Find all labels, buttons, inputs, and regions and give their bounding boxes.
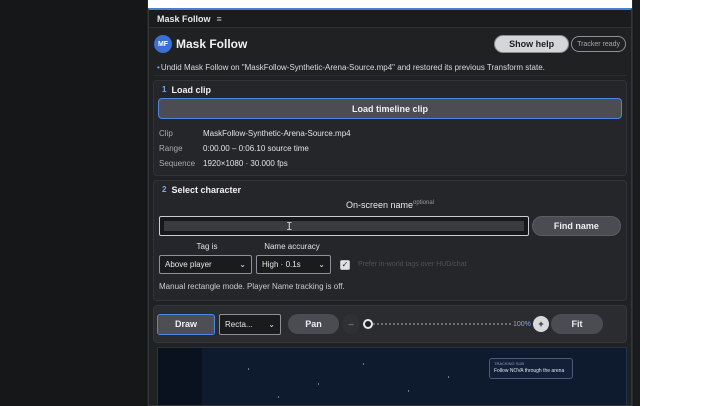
info-dot-icon: • — [157, 63, 160, 72]
load-clip-heading: 1 Load clip — [154, 81, 626, 98]
name-input-fill — [164, 221, 524, 231]
zoom-slider-thumb[interactable] — [363, 319, 373, 329]
meta-value: 0:00.00 – 0:06.10 source time — [203, 144, 309, 153]
tracker-status-badge: Tracker ready — [571, 36, 626, 52]
zoom-slider[interactable] — [361, 314, 511, 334]
host-app-right-edge — [632, 0, 640, 406]
status-notice-text: Undid Mask Follow on "MaskFollow-Synthet… — [160, 63, 545, 72]
meta-key: Sequence — [159, 159, 196, 168]
preview-light — [408, 390, 409, 392]
zoom-in-button[interactable]: + — [533, 316, 549, 332]
name-accuracy-label: Name accuracy — [264, 242, 320, 251]
meta-value: MaskFollow-Synthetic-Arena-Source.mp4 — [203, 129, 351, 138]
find-name-button[interactable]: Find name — [531, 216, 621, 236]
status-notice: • Undid Mask Follow on "MaskFollow-Synth… — [153, 60, 627, 76]
meta-row-range: Range 0:00.00 – 0:06.10 source time — [159, 141, 626, 156]
preview-overlay-label: TRACKING SUB Follow NOVA through the are… — [489, 358, 573, 379]
meta-key: Clip — [159, 129, 173, 138]
shape-select-value: Recta... — [225, 319, 253, 329]
chevron-down-icon: ⌄ — [239, 260, 246, 269]
section-title: Select character — [171, 184, 241, 195]
mask-follow-panel: Mask Follow ≡ MF Mask Follow Show help T… — [148, 8, 632, 406]
preview-light — [363, 363, 364, 365]
step-number: 1 — [162, 85, 167, 94]
mode-note: Manual rectangle mode. Player Name track… — [159, 282, 345, 291]
pan-button[interactable]: Pan — [288, 314, 339, 334]
panel-tab-title: Mask Follow — [157, 13, 211, 24]
prefer-in-world-label: Prefer in-world tags over HUD/chat — [358, 261, 467, 268]
text-cursor-icon: I — [286, 220, 293, 233]
tag-select-value: Above player — [165, 260, 212, 269]
tag-is-label: Tag is — [196, 242, 218, 251]
chevron-down-icon: ⌄ — [318, 260, 325, 269]
panel-header: MF Mask Follow Show help Tracker ready — [149, 28, 631, 60]
meta-row-clip: Clip MaskFollow-Synthetic-Arena-Source.m… — [159, 126, 626, 141]
host-app-left-area — [0, 0, 148, 406]
section-title: Load clip — [171, 84, 211, 95]
tag-select[interactable]: Above player ⌄ — [159, 255, 252, 274]
preview-light — [318, 383, 319, 385]
on-screen-name-label: On-screen nameoptional — [154, 200, 626, 214]
chevron-down-icon: ⌄ — [268, 319, 275, 329]
panel-tab[interactable]: Mask Follow ≡ — [149, 10, 631, 28]
name-row: I Find name — [154, 216, 626, 236]
clip-metadata: Clip MaskFollow-Synthetic-Arena-Source.m… — [154, 119, 626, 175]
optional-hint: optional — [413, 200, 435, 206]
show-help-button[interactable]: Show help — [494, 35, 570, 53]
hamburger-menu-icon[interactable]: ≡ — [217, 14, 222, 24]
zoom-slider-track — [365, 323, 511, 325]
accuracy-select-value: High · 0.1s — [262, 260, 301, 269]
meta-key: Range — [159, 144, 183, 153]
load-timeline-clip-button[interactable]: Load timeline clip — [158, 98, 622, 119]
options-row: Above player ⌄ High · 0.1s ⌄ ✓ Prefer in… — [154, 255, 626, 274]
overlay-line-1: TRACKING SUB — [494, 361, 525, 366]
page-title: Mask Follow — [176, 37, 248, 51]
meta-row-sequence: Sequence 1920×1080 · 30.000 fps — [159, 156, 626, 171]
load-clip-section: 1 Load clip Load timeline clip Clip Mask… — [153, 80, 627, 176]
overlay-line-2: Follow NOVA through the arena — [494, 368, 565, 374]
draw-button[interactable]: Draw — [157, 313, 215, 335]
shape-select[interactable]: Recta... ⌄ — [219, 313, 281, 335]
accuracy-select[interactable]: High · 0.1s ⌄ — [256, 255, 331, 274]
prefer-in-world-checkbox[interactable]: ✓ — [340, 259, 350, 270]
preview-light — [278, 396, 279, 398]
preview-letterbox — [158, 348, 202, 405]
preview-light — [248, 368, 249, 370]
select-character-heading: 2 Select character — [154, 181, 626, 198]
meta-value: 1920×1080 · 30.000 fps — [203, 159, 288, 168]
logo-icon: MF — [154, 35, 172, 53]
fit-button[interactable]: Fit — [551, 314, 603, 334]
drawing-toolbar: Draw Recta... ⌄ Pan – 100% + Fit — [153, 305, 627, 343]
on-screen-name-input[interactable]: I — [159, 216, 529, 236]
zoom-percent: 100% — [513, 320, 531, 328]
select-character-section: 2 Select character On-screen nameoptiona… — [153, 180, 627, 301]
video-preview[interactable]: TRACKING SUB Follow NOVA through the are… — [157, 347, 627, 405]
preview-light — [448, 376, 449, 378]
name-label-text: On-screen name — [345, 200, 413, 210]
zoom-out-button[interactable]: – — [343, 314, 359, 334]
option-labels: Tag is Name accuracy — [154, 240, 626, 253]
step-number: 2 — [162, 185, 167, 194]
